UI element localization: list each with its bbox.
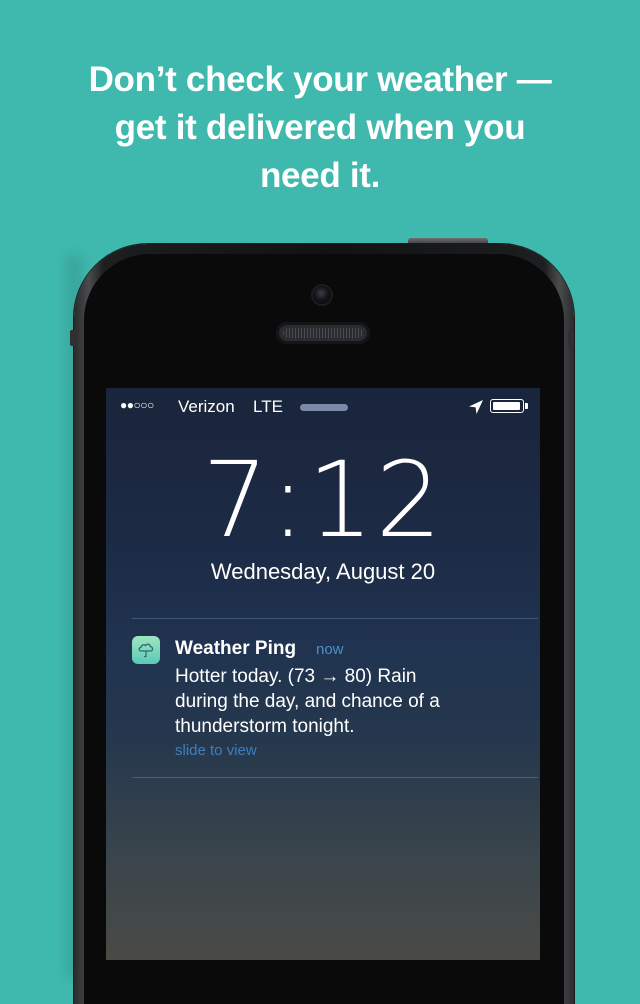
notification-timestamp: now	[316, 641, 344, 658]
lock-screen: ●●○○○ Verizon LTE 7:12 Wednesday, August…	[106, 388, 540, 960]
headline-line-1: Don’t check your weather —	[88, 60, 552, 99]
lock-clock: 7:12	[202, 439, 444, 561]
earpiece-speaker	[276, 322, 370, 344]
headline-line-2: get it delivered when you	[114, 108, 526, 147]
notification-message: Hotter today. (73 → 80) Rain during the …	[175, 664, 505, 739]
status-bar: ●●○○○ Verizon LTE	[106, 388, 540, 426]
headline: Don’t check your weather — get it delive…	[40, 56, 600, 200]
notification-line-1: Hotter today. (73 → 80) Rain	[175, 666, 417, 687]
notification-line-3: thunderstorm tonight.	[175, 716, 355, 737]
battery-icon	[490, 399, 524, 413]
headline-line-3: need it.	[259, 156, 381, 195]
lock-date: Wednesday, August 20	[210, 559, 436, 584]
lock-handle[interactable]	[300, 404, 348, 411]
weather-notification[interactable]: Weather Ping now Hotter today. (73 → 80)…	[132, 622, 538, 772]
speaker-grill	[283, 328, 363, 338]
notification-line-2: during the day, and chance of a	[175, 691, 440, 712]
battery-nub	[525, 403, 528, 409]
cloud-umbrella-icon	[132, 636, 160, 664]
carrier-name: Verizon	[178, 397, 235, 416]
notification-divider-bottom	[132, 777, 538, 778]
notification-app-name: Weather Ping	[175, 638, 297, 659]
location-icon	[469, 400, 483, 414]
signal-strength-icon: ●●○○○	[120, 398, 154, 412]
slide-to-view-link[interactable]: slide to view	[175, 742, 257, 760]
battery-level	[493, 402, 520, 410]
volume-key	[70, 330, 76, 346]
front-camera	[313, 286, 331, 304]
notification-divider-top	[132, 618, 538, 619]
volume-key	[568, 330, 574, 346]
network-type: LTE	[253, 397, 283, 416]
